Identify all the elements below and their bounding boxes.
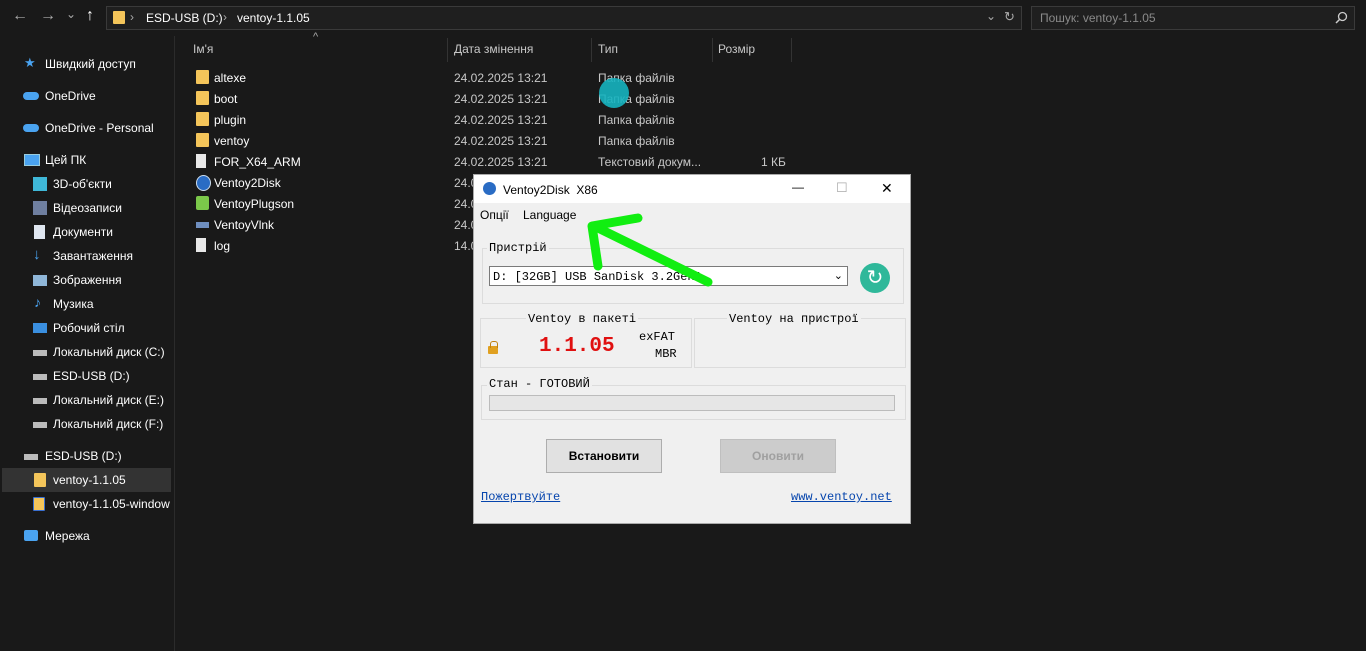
annotation-arrow-icon <box>587 213 713 287</box>
